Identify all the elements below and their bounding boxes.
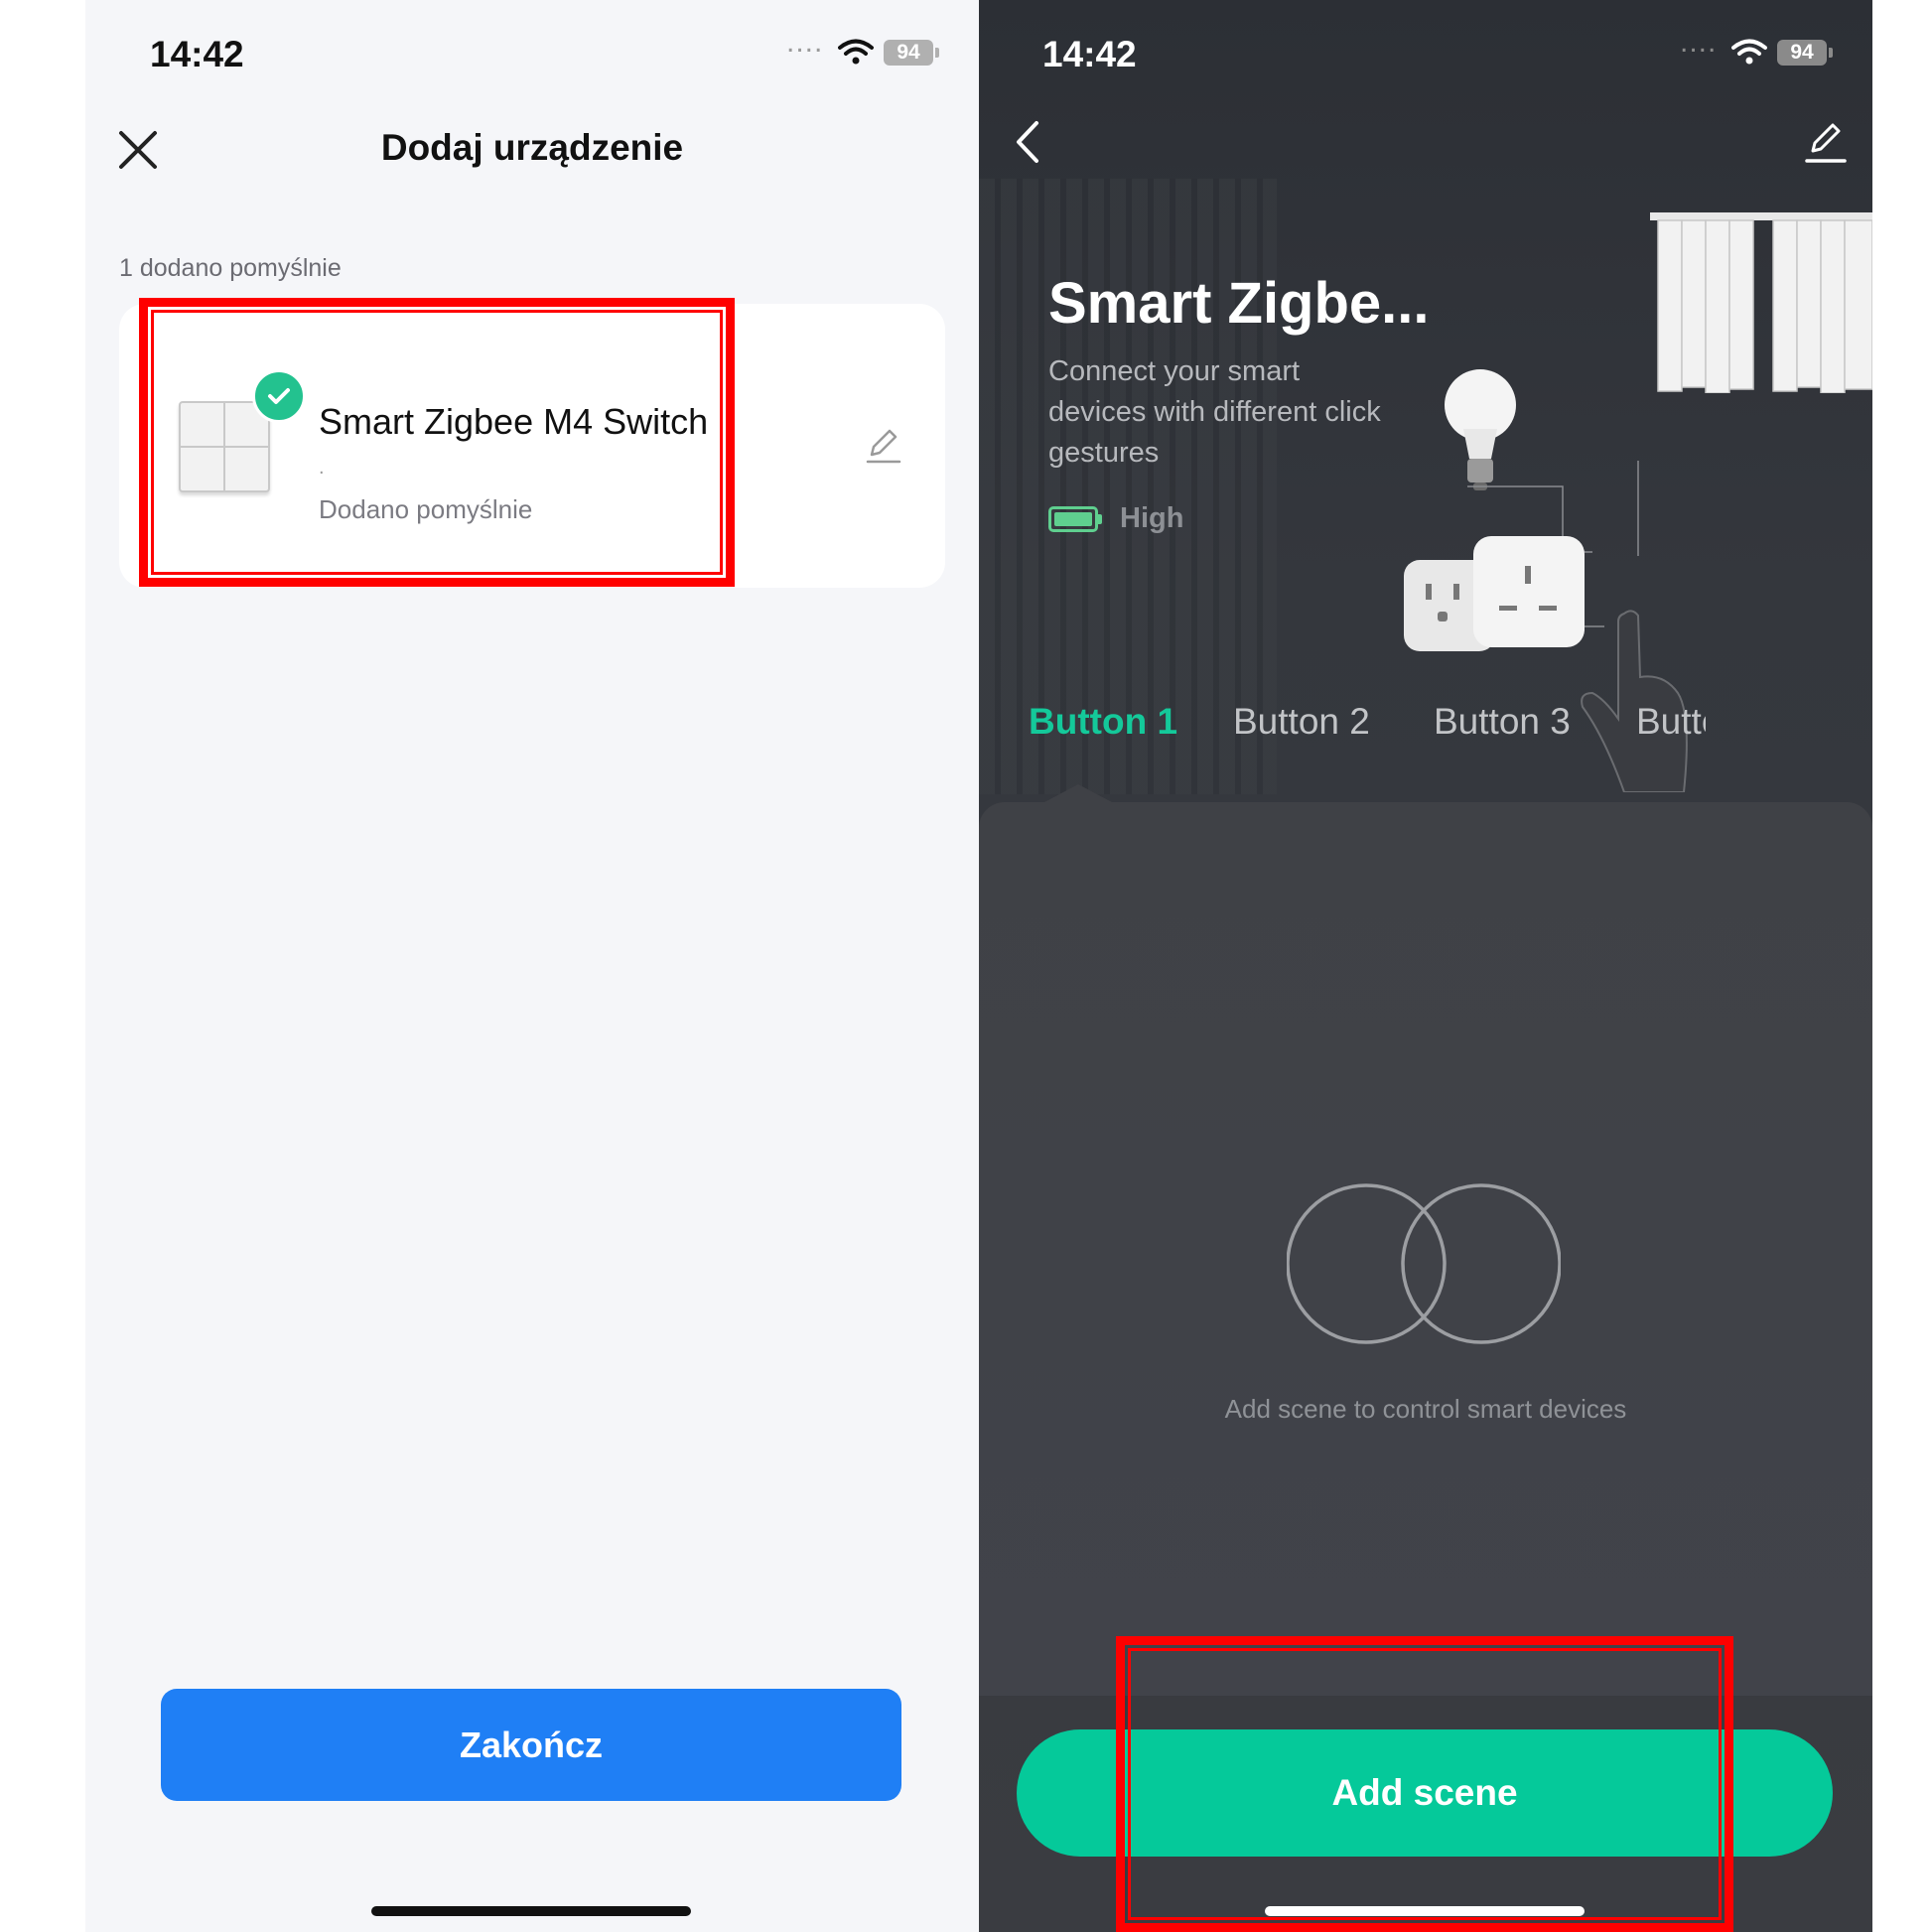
device-title: Smart Zigbe... (1048, 271, 1430, 336)
left-screen: 14:42 .... 94 Dodaj urządzenie 1 dodano … (85, 0, 979, 1932)
finish-button[interactable]: Zakończ (161, 1689, 901, 1801)
battery-cap (935, 48, 939, 58)
battery-nub (1098, 514, 1102, 524)
tab-button-3[interactable]: Button 3 (1434, 701, 1571, 743)
home-indicator (371, 1906, 691, 1916)
page-title: Dodaj urządzenie (380, 127, 684, 168)
curtain-icon (1650, 212, 1872, 393)
highlight-box-inner (1128, 1648, 1722, 1920)
edit-pencil-icon[interactable] (864, 425, 903, 465)
battery-percent: 94 (897, 41, 920, 64)
pointing-hand-icon (1581, 610, 1688, 792)
battery-percent: 94 (1790, 41, 1814, 64)
device-description: Connect your smart devices with differen… (1048, 355, 1381, 469)
smart-plug-icon (1404, 536, 1585, 651)
wifi-icon (1731, 39, 1767, 65)
empty-scenes-icon (1287, 1183, 1561, 1344)
tab-button-1[interactable]: Button 1 (1029, 701, 1177, 743)
active-tab-pointer (1044, 784, 1112, 802)
battery-cap (1829, 48, 1833, 58)
battery-fill (1054, 512, 1092, 526)
battery-icon: 94 (1777, 40, 1827, 66)
added-count-label: 1 dodano pomyślnie (119, 254, 342, 282)
highlight-box-inner (151, 310, 723, 575)
back-chevron-icon[interactable] (1007, 117, 1050, 167)
status-time: 14:42 (1042, 34, 1137, 74)
edit-pencil-icon[interactable] (1803, 119, 1849, 165)
tab-button-2[interactable]: Button 2 (1233, 701, 1370, 743)
battery-level-icon (1048, 506, 1102, 532)
battery-level-label: High (1120, 502, 1184, 534)
status-time: 14:42 (150, 34, 244, 74)
battery-icon: 94 (884, 40, 933, 66)
cellular-signal-icon: .... (786, 26, 824, 59)
empty-state-text: Add scene to control smart devices (1224, 1394, 1627, 1424)
cellular-signal-icon: .... (1680, 26, 1718, 59)
wifi-icon (838, 39, 874, 65)
tab-button-4[interactable]: Button 4 (1636, 701, 1706, 743)
